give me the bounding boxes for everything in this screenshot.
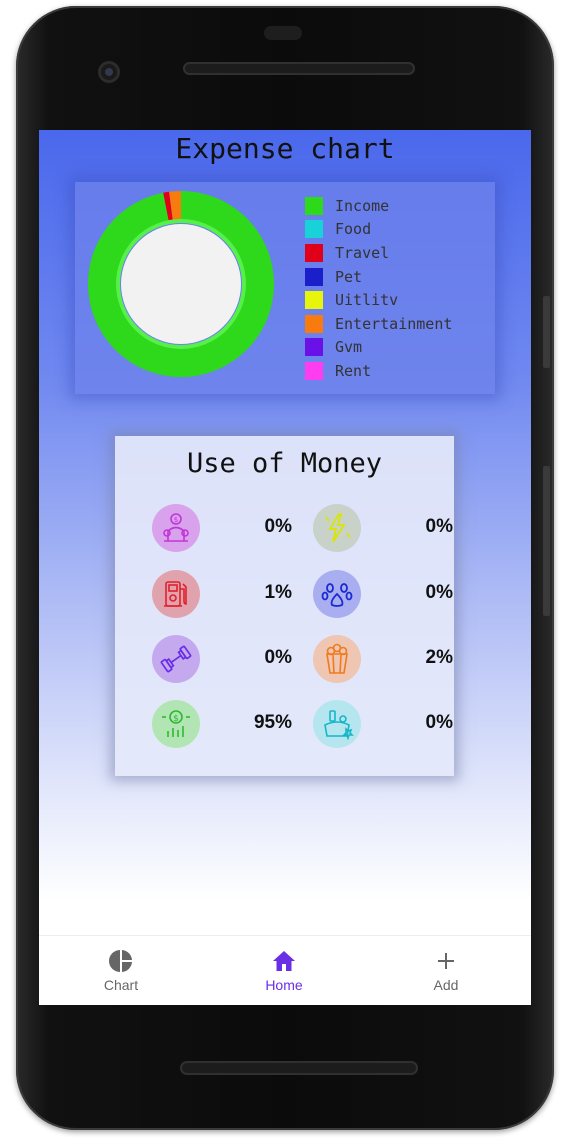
page-title: Expense chart [175, 132, 395, 165]
popcorn-icon [313, 635, 361, 683]
power-button [543, 296, 550, 368]
money-item-percent: 95% [253, 712, 292, 733]
legend-swatch [305, 243, 323, 262]
legend-entry: Entertainment [305, 312, 452, 336]
money-item-gym[interactable]: 0% [152, 635, 292, 683]
legend-entry: Rent [305, 359, 452, 383]
legend-entry: Income [305, 194, 452, 218]
pie-chart-icon [61, 948, 181, 974]
legend-entry: Gvm [305, 336, 452, 360]
legend-entry: Pet [305, 265, 452, 289]
legend-label: Food [335, 220, 372, 239]
groceries-icon [313, 700, 361, 748]
nav-item-chart[interactable]: Chart [61, 948, 181, 993]
money-item-income[interactable]: $ 95% [152, 700, 292, 748]
legend-entry: Travel [305, 241, 452, 265]
legend-swatch [305, 361, 323, 380]
donut-chart [87, 190, 275, 378]
legend-entry: Uitlitv [305, 288, 452, 312]
legend-label: Gvm [335, 338, 363, 357]
nav-item-add[interactable]: Add [386, 948, 506, 993]
svg-text:$: $ [173, 714, 179, 724]
salary-person-icon: $ [152, 504, 200, 552]
nav-label-chart: Chart [103, 977, 139, 993]
money-item-pet[interactable]: 0% [313, 570, 453, 618]
legend-label: Travel [335, 243, 390, 262]
legend-swatch [305, 338, 323, 357]
money-item-percent: 1% [264, 582, 292, 603]
use-of-money-card: Use of Money $ 0% 0% 1% 0% 0% 2% $ 95% 0… [115, 436, 454, 776]
chart-legend: Income Food Travel Pet Uitlitv Entertainment G… [305, 194, 452, 383]
money-item-salary[interactable]: $ 0% [152, 504, 292, 552]
bottom-speaker [180, 1061, 418, 1075]
money-item-travel[interactable]: 1% [152, 570, 292, 618]
money-item-percent: 2% [425, 647, 453, 668]
paw-print-icon [313, 570, 361, 618]
legend-entry: Food [305, 218, 452, 242]
expense-chart-card: Income Food Travel Pet Uitlitv Entertainment G… [75, 182, 495, 394]
legend-label: Uitlitv [335, 291, 399, 310]
legend-swatch [305, 267, 323, 286]
money-item-percent: 0% [264, 516, 292, 537]
legend-label: Rent [335, 361, 372, 380]
money-item-percent: 0% [425, 712, 453, 733]
home-icon [224, 948, 344, 974]
money-growth-icon: $ [152, 700, 200, 748]
legend-swatch [305, 220, 323, 239]
sensor-notch [264, 26, 302, 40]
legend-swatch [305, 196, 323, 215]
plus-icon [386, 948, 506, 974]
money-item-entertainment[interactable]: 2% [313, 635, 453, 683]
dumbbell-icon [152, 635, 200, 683]
donut-hole [121, 224, 241, 344]
legend-label: Pet [335, 267, 363, 286]
volume-rocker [543, 466, 550, 616]
app-screen: Expense chart Income Food Travel Pet Uitlitv… [39, 130, 531, 1005]
lightning-icon [313, 504, 361, 552]
money-item-percent: 0% [425, 516, 453, 537]
nav-item-home[interactable]: Home [224, 948, 344, 993]
earpiece-speaker [183, 62, 415, 75]
legend-swatch [305, 314, 323, 333]
nav-label-home: Home [265, 977, 303, 993]
money-title: Use of Money [186, 448, 383, 479]
money-item-percent: 0% [264, 647, 292, 668]
money-item-percent: 0% [425, 582, 453, 603]
gas-pump-icon [152, 570, 200, 618]
legend-label: Income [335, 196, 390, 215]
donut-chart-svg [87, 191, 274, 377]
bottom-navigation: Chart Home Add [39, 935, 531, 1005]
money-item-utility[interactable]: 0% [313, 504, 453, 552]
nav-label-add: Add [433, 977, 459, 993]
legend-swatch [305, 291, 323, 310]
svg-text:$: $ [174, 516, 178, 524]
money-item-food[interactable]: 0% [313, 700, 453, 748]
front-camera-icon [98, 61, 120, 83]
legend-label: Entertainment [335, 314, 453, 333]
